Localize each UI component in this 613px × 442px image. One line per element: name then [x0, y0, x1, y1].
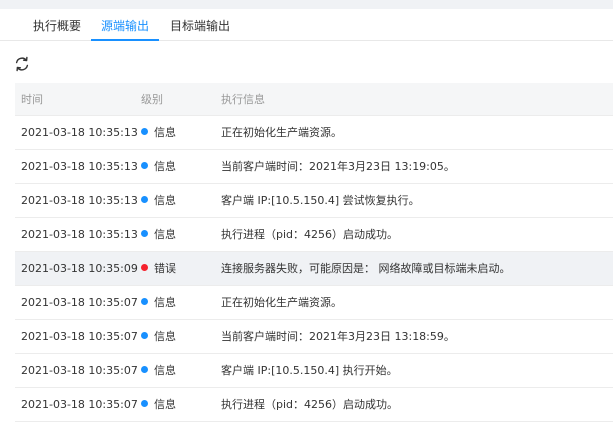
- tab-source-output[interactable]: 源端输出: [91, 9, 159, 41]
- info-status-dot-icon: [141, 128, 148, 135]
- row-level: 信息: [141, 388, 176, 422]
- top-strip: [0, 0, 613, 9]
- row-level: 信息: [141, 286, 176, 320]
- row-level-label: 信息: [154, 194, 176, 207]
- info-status-dot-icon: [141, 162, 148, 169]
- row-message: 正在初始化生产端资源。: [221, 296, 342, 309]
- row-level-label: 信息: [154, 364, 176, 377]
- row-message: 客户端 IP:[10.5.150.4] 尝试恢复执行。: [221, 194, 420, 207]
- info-status-dot-icon: [141, 230, 148, 237]
- row-message: 执行进程（pid：4256）启动成功。: [221, 228, 399, 241]
- row-level-label: 信息: [154, 398, 176, 411]
- row-level-label: 信息: [154, 126, 176, 139]
- row-level: 信息: [141, 184, 176, 218]
- table-row-highlighted[interactable]: 2021-03-18 10:35:09 错误 连接服务器失败，可能原因是： 网络…: [15, 252, 613, 286]
- row-level-label: 信息: [154, 330, 176, 343]
- row-level: 错误: [141, 252, 176, 286]
- info-status-dot-icon: [141, 298, 148, 305]
- row-time: 2021-03-18 10:35:09: [21, 262, 138, 275]
- row-level: 信息: [141, 320, 176, 354]
- row-level-label: 信息: [154, 228, 176, 241]
- error-status-dot-icon: [141, 264, 148, 271]
- table-row[interactable]: 2021-03-18 10:35:13 信息 正在初始化生产端资源。: [15, 116, 613, 150]
- row-message: 正在初始化生产端资源。: [221, 126, 342, 139]
- row-time: 2021-03-18 10:35:07: [21, 398, 138, 411]
- table-row[interactable]: 2021-03-18 10:35:07 信息 当前客户端时间：2021年3月23…: [15, 320, 613, 354]
- row-time: 2021-03-18 10:35:13: [21, 126, 138, 139]
- column-header-message: 执行信息: [221, 93, 265, 106]
- table-row[interactable]: 2021-03-18 10:35:07 信息 执行进程（pid：4256）启动成…: [15, 388, 613, 422]
- row-time: 2021-03-18 10:35:07: [21, 364, 138, 377]
- row-time: 2021-03-18 10:35:07: [21, 296, 138, 309]
- row-time: 2021-03-18 10:35:13: [21, 160, 138, 173]
- info-status-dot-icon: [141, 196, 148, 203]
- table-header: 时间 级别 执行信息: [15, 83, 613, 116]
- row-message: 当前客户端时间：2021年3月23日 13:19:05。: [221, 160, 455, 173]
- info-status-dot-icon: [141, 366, 148, 373]
- table-row[interactable]: 2021-03-18 10:35:13 信息 客户端 IP:[10.5.150.…: [15, 184, 613, 218]
- table-row[interactable]: 2021-03-18 10:35:07 信息 客户端 IP:[10.5.150.…: [15, 354, 613, 388]
- tab-bar: 执行概要 源端输出 目标端输出: [0, 9, 613, 41]
- table-row[interactable]: 2021-03-18 10:35:13 信息 当前客户端时间：2021年3月23…: [15, 150, 613, 184]
- refresh-button[interactable]: [13, 55, 31, 73]
- row-level-label: 信息: [154, 160, 176, 173]
- column-header-level: 级别: [141, 93, 163, 106]
- row-level: 信息: [141, 354, 176, 388]
- info-status-dot-icon: [141, 400, 148, 407]
- row-level: 信息: [141, 150, 176, 184]
- refresh-icon: [15, 56, 29, 72]
- log-table: 时间 级别 执行信息 2021-03-18 10:35:13 信息 正在初始化生…: [15, 83, 613, 422]
- row-level-label: 错误: [154, 262, 176, 275]
- row-time: 2021-03-18 10:35:13: [21, 194, 138, 207]
- info-status-dot-icon: [141, 332, 148, 339]
- row-message: 执行进程（pid：4256）启动成功。: [221, 398, 399, 411]
- row-message: 连接服务器失败，可能原因是： 网络故障或目标端未启动。: [221, 262, 511, 275]
- row-time: 2021-03-18 10:35:13: [21, 228, 138, 241]
- row-level: 信息: [141, 218, 176, 252]
- row-message: 客户端 IP:[10.5.150.4] 执行开始。: [221, 364, 398, 377]
- row-level: 信息: [141, 116, 176, 150]
- tab-target-output[interactable]: 目标端输出: [160, 9, 240, 41]
- row-level-label: 信息: [154, 296, 176, 309]
- table-row[interactable]: 2021-03-18 10:35:13 信息 执行进程（pid：4256）启动成…: [15, 218, 613, 252]
- tab-execution-summary[interactable]: 执行概要: [23, 9, 91, 41]
- row-message: 当前客户端时间：2021年3月23日 13:18:59。: [221, 330, 455, 343]
- column-header-time: 时间: [21, 93, 43, 106]
- table-row[interactable]: 2021-03-18 10:35:07 信息 正在初始化生产端资源。: [15, 286, 613, 320]
- row-time: 2021-03-18 10:35:07: [21, 330, 138, 343]
